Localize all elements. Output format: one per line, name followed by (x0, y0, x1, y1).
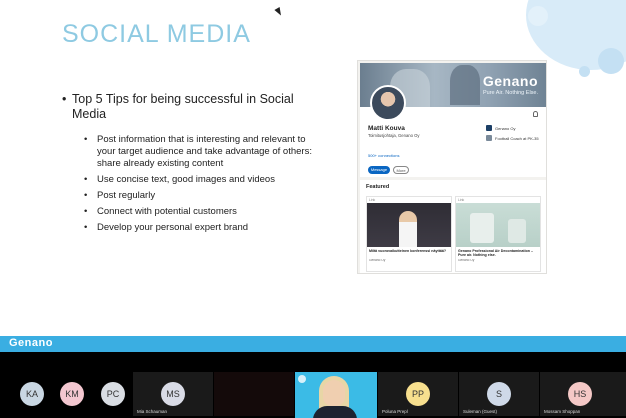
logo-icon (298, 375, 306, 383)
participant-strip: KA KM PC MS Mia Schauman PP Poluna Prepl… (0, 352, 626, 418)
company-name: Genano Oy (495, 125, 516, 131)
participant-name: Mossam Shoppan (544, 409, 581, 414)
post-text: Genano Oy (369, 259, 386, 262)
participant-name: Suleman (Guest) (463, 409, 498, 414)
banner-figure (450, 65, 480, 105)
post-image-device (508, 219, 526, 243)
main-bullet-text: Top 5 Tips for being successful in Socia… (72, 92, 294, 121)
bullet-dot: • (84, 134, 88, 145)
message-button: Message (368, 166, 390, 174)
post-image-device (470, 213, 494, 243)
speaker-face (323, 380, 345, 406)
profile-headline: Toimitusjohtaja, Genano Oy (368, 133, 420, 138)
decor-bubble (579, 66, 590, 77)
bullet-dot: • (84, 190, 88, 201)
featured-post: Link Miltä vuorovaikutteinen konferenssi… (366, 196, 452, 272)
banner-tagline: Pure Air. Nothing Else. (482, 90, 538, 96)
active-speaker-video[interactable] (295, 372, 377, 418)
decor-bubble (598, 48, 624, 74)
bullet-list: • Top 5 Tips for being successful in Soc… (62, 92, 322, 238)
sub-bullet-text: Use concise text, good images and videos (97, 174, 275, 185)
sub-bullet-text: Develop your personal expert brand (97, 222, 249, 233)
participant-avatar[interactable]: KA (20, 382, 44, 406)
participant-tile[interactable]: S Suleman (Guest) (459, 372, 539, 416)
profile-connections: 500+ connections (368, 153, 400, 158)
post-title: Miltä vuorovaikutteinen konferenssi näyt… (369, 249, 447, 253)
participant-initials: MS (166, 389, 180, 399)
post-image-person (399, 211, 417, 247)
company-logo-icon (486, 125, 492, 131)
speaker-body (313, 406, 357, 418)
bullet-dot: • (62, 92, 67, 106)
participant-name: Poluna Prepl (382, 409, 408, 414)
participant-avatar: S (487, 382, 511, 406)
profile-avatar (370, 85, 406, 121)
company-logo-icon (486, 135, 492, 141)
participant-avatar[interactable]: PC (101, 382, 125, 406)
bullet-dot: • (84, 174, 88, 185)
participant-tile[interactable]: MS Mia Schauman (133, 372, 213, 416)
participant-avatar: MS (161, 382, 185, 406)
bullet-dot: • (84, 206, 88, 217)
banner-logo: Genano (482, 73, 538, 89)
participant-tile[interactable] (214, 372, 294, 416)
participant-initials: KM (65, 389, 79, 399)
sub-bullet-text: Post information that is interesting and… (97, 134, 312, 169)
company-entry: Football Coach at PK-35 (486, 135, 539, 141)
sub-bullet: • Use concise text, good images and vide… (84, 174, 322, 186)
participant-tile[interactable]: HS Mossam Shoppan (540, 372, 626, 416)
sub-bullet-text: Connect with potential customers (97, 206, 237, 217)
participant-initials: PC (106, 389, 120, 399)
participant-tile[interactable]: PP Poluna Prepl (378, 372, 458, 416)
linkedin-profile-panel: Genano Pure Air. Nothing Else. Matti Kou… (360, 63, 546, 177)
participant-avatar[interactable]: KM (60, 382, 84, 406)
post-kind: Link (458, 198, 465, 202)
sub-bullet: • Develop your personal expert brand (84, 222, 322, 234)
post-title: Genano Professional Air Decontamination … (458, 249, 533, 258)
slide-title: SOCIAL MEDIA (62, 20, 251, 48)
brand-logo: Genano (9, 337, 53, 349)
main-bullet: • Top 5 Tips for being successful in Soc… (62, 92, 322, 122)
company-name: Football Coach at PK-35 (495, 135, 539, 141)
participant-initials: S (495, 389, 502, 399)
participant-name: Mia Schauman (137, 409, 168, 414)
linkedin-featured-section: Featured Link Miltä vuorovaikutteinen ko… (360, 180, 546, 273)
sub-bullet: • Connect with potential customers (84, 206, 322, 218)
sub-bullet: • Post information that is interesting a… (84, 134, 322, 170)
sub-bullet: • Post regularly (84, 190, 322, 202)
featured-post: Link Genano Professional Air Decontamina… (455, 196, 541, 272)
post-image (367, 203, 451, 247)
presentation-slide: SOCIAL MEDIA • Top 5 Tips for being succ… (0, 0, 626, 336)
more-button: More (393, 166, 409, 174)
sub-bullet-list: • Post information that is interesting a… (84, 134, 322, 234)
sub-bullet-text: Post regularly (97, 190, 156, 201)
decor-bubble (528, 6, 548, 26)
featured-title: Featured (366, 184, 390, 190)
post-image (456, 203, 540, 247)
profile-name: Matti Kouva (368, 125, 405, 132)
brand-bar: Genano (0, 336, 626, 352)
company-entry: Genano Oy (486, 125, 515, 131)
participant-avatar: HS (568, 382, 592, 406)
participant-initials: HS (573, 389, 587, 399)
participant-initials: KA (25, 389, 38, 399)
bullet-dot: • (84, 222, 88, 233)
post-text: Genano Oy (458, 259, 475, 262)
bell-icon (533, 111, 538, 117)
post-kind: Link (369, 198, 376, 202)
linkedin-profile-screenshot: Genano Pure Air. Nothing Else. Matti Kou… (357, 60, 547, 274)
participant-initials: PP (411, 389, 424, 399)
participant-avatar: PP (406, 382, 430, 406)
mouse-pointer-icon (274, 7, 284, 17)
